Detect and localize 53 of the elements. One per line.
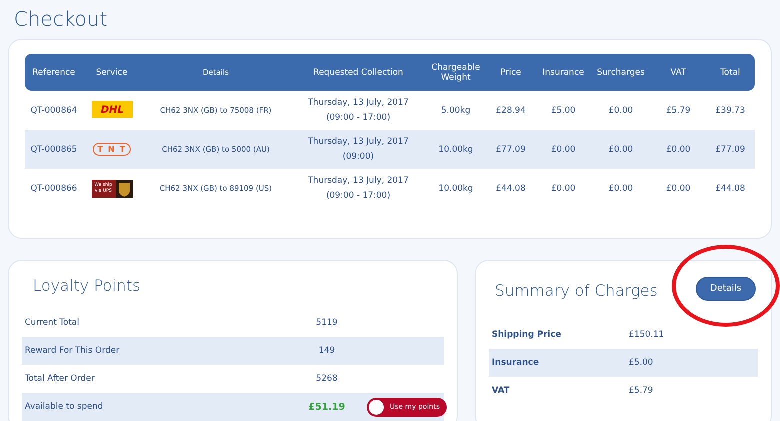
details-button[interactable]: Details — [696, 276, 756, 300]
table-cell: QT-000864 — [25, 91, 83, 130]
card-title: Summary of Charges — [495, 282, 658, 300]
table-cell: £39.73 — [706, 91, 755, 130]
row-label: Total After Order — [24, 374, 96, 384]
row-label: Current Total — [24, 318, 80, 328]
table-cell: £0.00 — [651, 169, 706, 208]
column-header: Reference — [25, 54, 83, 91]
table-cell: £0.00 — [536, 169, 591, 208]
row-label: Shipping Price — [491, 330, 562, 340]
table-cell: Thursday, 13 July, 2017 (09:00 - 17:00) — [291, 169, 426, 208]
table-cell: Thursday, 13 July, 2017 (09:00 - 17:00) — [291, 91, 426, 130]
column-header: Surcharges — [591, 54, 651, 91]
table-cell: £0.00 — [591, 130, 651, 169]
column-header: Insurance — [536, 54, 591, 91]
table-cell: £0.00 — [591, 91, 651, 130]
row-label: Available to spend — [24, 402, 104, 412]
dhl-logo: DHL — [92, 100, 132, 118]
row-value: 5268 — [315, 374, 339, 384]
table-cell: 5.00kg — [426, 91, 486, 130]
row-value: £51.19 — [308, 402, 346, 412]
table-cell: £44.08 — [706, 169, 755, 208]
row-value: 149 — [318, 346, 336, 356]
row-value: £5.00 — [629, 358, 654, 368]
tnt-logo: TNT — [92, 143, 132, 156]
table-cell: £0.00 — [651, 130, 706, 169]
table-cell: 10.00kg — [426, 130, 486, 169]
column-header: Total — [706, 54, 755, 91]
table-cell: £0.00 — [591, 169, 651, 208]
table-cell: £44.08 — [486, 169, 536, 208]
row-label: Reward For This Order — [24, 346, 121, 356]
row-label: VAT — [491, 386, 511, 396]
table-cell: £28.94 — [486, 91, 536, 130]
row-value: £150.11 — [629, 330, 666, 340]
column-header: Service — [83, 54, 141, 91]
table-cell: £5.00 — [536, 91, 591, 130]
table-cell: QT-000865 — [25, 130, 83, 169]
table-cell: £77.09 — [486, 130, 536, 169]
row-label: Insurance — [491, 358, 540, 368]
table-cell: 10.00kg — [426, 169, 486, 208]
table-cell: Thursday, 13 July, 2017 (09:00) — [291, 130, 426, 169]
column-header: Requested Collection — [291, 54, 426, 91]
row-value: 5119 — [315, 318, 339, 328]
card-title: Loyalty Points — [32, 276, 142, 297]
table-cell: £77.09 — [706, 130, 755, 169]
table-cell: £5.79 — [651, 91, 706, 130]
column-header: VAT — [651, 54, 706, 91]
table-cell: QT-000866 — [25, 169, 83, 208]
column-header: Price — [486, 54, 536, 91]
row-value: £5.79 — [629, 386, 654, 396]
table-cell: £0.00 — [536, 130, 591, 169]
column-header: Chargeable Weight — [426, 54, 486, 91]
page-title: Checkout — [13, 6, 109, 33]
